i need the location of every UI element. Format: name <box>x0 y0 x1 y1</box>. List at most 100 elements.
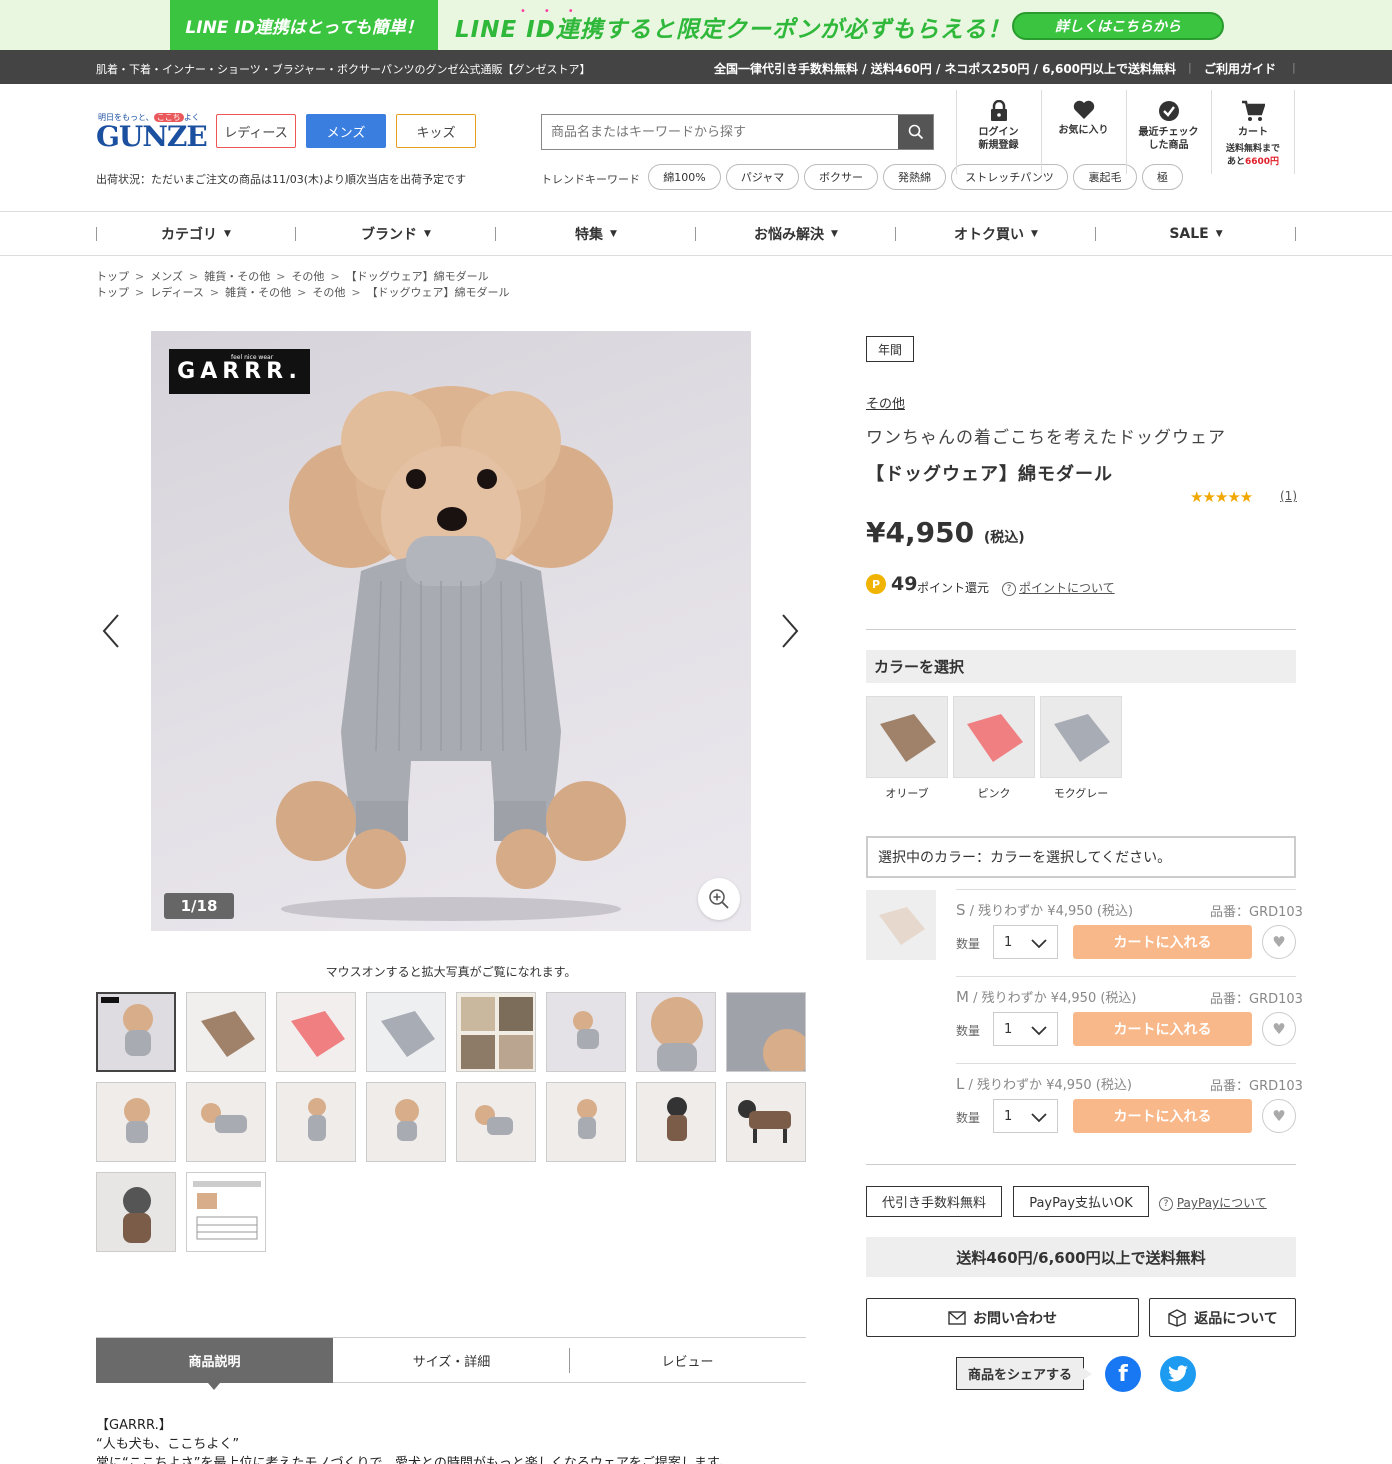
color-swatch-pink[interactable] <box>953 696 1035 778</box>
box-icon <box>1168 1308 1186 1327</box>
product-description: 【GARRR.】 “人も犬も、ここちよく” 常に“ここちよさ”を最上位に考えたモ… <box>96 1418 732 1464</box>
banner-left-label: LINE ID連携はとっても簡単！ <box>170 0 438 50</box>
search-button[interactable] <box>898 115 933 149</box>
rating-stars: ★★★★★ <box>1190 488 1253 506</box>
category-link[interactable]: その他 <box>866 393 905 412</box>
thumbnail[interactable] <box>96 1082 176 1162</box>
cod-free-chip: 代引き手数料無料 <box>866 1186 1002 1217</box>
breadcrumb-item[interactable]: 雑貨・その他 <box>204 270 270 283</box>
search-input[interactable] <box>542 115 899 149</box>
cart-link[interactable]: カート 送料無料まで あと6600円 <box>1211 90 1295 174</box>
color-swatch-gray[interactable] <box>1040 696 1122 778</box>
tab-reviews[interactable]: レビュー <box>569 1338 806 1383</box>
breadcrumb-item[interactable]: メンズ <box>150 270 183 283</box>
dog-photo <box>276 386 626 921</box>
facebook-icon[interactable]: f <box>1105 1356 1141 1392</box>
keyword-chip[interactable]: 綿100% <box>648 164 721 190</box>
thumbnail[interactable] <box>546 1082 626 1162</box>
add-to-cart-button[interactable]: カートに入れる <box>1073 1012 1252 1046</box>
zoom-hint: マウスオンすると拡大写真がご覧になれます。 <box>325 965 577 979</box>
product-name: 【ドッグウェア】綿モダール <box>866 464 1113 485</box>
caret-down-icon: ▼ <box>1215 228 1223 239</box>
size-stock: L / 残りわずか ¥4,950 (税込) <box>956 1075 1132 1093</box>
thumbnail[interactable] <box>636 992 716 1072</box>
zoom-button[interactable] <box>698 878 740 920</box>
quantity-select[interactable]: 1 <box>993 925 1058 959</box>
nav-solutions[interactable]: お悩み解決 ▼ <box>696 212 896 255</box>
tab-description[interactable]: 商品説明 <box>96 1338 333 1390</box>
line-banner[interactable]: LINE ID連携はとっても簡単！ ••• LINE ID連携すると限定クーポン… <box>0 0 1392 50</box>
gunze-logo[interactable]: GUNZE <box>96 120 208 153</box>
thumbnail[interactable] <box>636 1082 716 1162</box>
nav-category[interactable]: カテゴリ ▼ <box>96 212 296 255</box>
breadcrumb-item[interactable]: その他 <box>312 286 345 299</box>
contact-button[interactable]: お問い合わせ <box>866 1298 1139 1337</box>
color-swatch-olive[interactable] <box>866 696 948 778</box>
login-link[interactable]: ログイン 新規登録 <box>956 90 1040 174</box>
thumbnail[interactable] <box>96 992 176 1072</box>
thumbnail[interactable] <box>276 1082 356 1162</box>
kids-button[interactable]: キッズ <box>396 114 476 148</box>
points-info-link[interactable]: ? ポイントについて <box>1002 579 1115 596</box>
mens-button[interactable]: メンズ <box>306 114 386 148</box>
favorite-button[interactable]: ♥ <box>1262 1099 1296 1133</box>
thumbnail[interactable] <box>456 1082 536 1162</box>
tab-size-details[interactable]: サイズ・詳細 <box>333 1338 570 1383</box>
thumbnail[interactable] <box>96 1172 176 1252</box>
quantity-select[interactable]: 1 <box>993 1012 1058 1046</box>
favorite-button[interactable]: ♥ <box>1262 925 1296 959</box>
thumbnail[interactable] <box>726 1082 806 1162</box>
breadcrumb-item[interactable]: レディース <box>150 286 204 299</box>
share-label: 商品をシェアする <box>956 1357 1092 1390</box>
favorite-button[interactable]: ♥ <box>1262 1012 1296 1046</box>
ladies-button[interactable]: レディース <box>216 114 296 148</box>
keyword-chip[interactable]: ボクサー <box>804 164 878 190</box>
nav-sale[interactable]: SALE ▼ <box>1096 212 1296 255</box>
breadcrumb-item[interactable]: トップ <box>96 286 129 299</box>
points-label: ポイント還元 <box>917 581 990 595</box>
nav-features[interactable]: 特集 ▼ <box>496 212 696 255</box>
shipping-status: 出荷状況：ただいまご注文の商品は11/03(木)より順次当店を出荷予定です <box>96 173 467 186</box>
thumbnail[interactable] <box>276 992 356 1072</box>
nav-brand[interactable]: ブランド ▼ <box>296 212 496 255</box>
breadcrumb-item[interactable]: 雑貨・その他 <box>225 286 291 299</box>
add-to-cart-button[interactable]: カートに入れる <box>1073 1099 1252 1133</box>
quantity-select[interactable]: 1 <box>993 1099 1058 1133</box>
favorites-link[interactable]: お気に入り <box>1041 90 1125 174</box>
thumbnail[interactable] <box>456 992 536 1072</box>
product-code: 品番：GRD103 <box>1210 992 1303 1007</box>
paypay-info-link[interactable]: ? PayPayについて <box>1159 1194 1267 1211</box>
returns-button[interactable]: 返品について <box>1149 1298 1296 1337</box>
thumbnail[interactable] <box>546 992 626 1072</box>
next-arrow-icon[interactable] <box>777 611 801 651</box>
divider: | <box>1292 61 1296 74</box>
thumbnail[interactable] <box>186 992 266 1072</box>
thumbnail[interactable] <box>186 1172 266 1252</box>
thumbnail[interactable] <box>366 1082 446 1162</box>
nav-deals[interactable]: オトク買い ▼ <box>896 212 1096 255</box>
main-nav: カテゴリ ▼ ブランド ▼ 特集 ▼ お悩み解決 ▼ オトク買い ▼ SALE ▼ <box>0 211 1392 256</box>
thumbnail[interactable] <box>186 1082 266 1162</box>
variant-thumbnail <box>866 890 936 960</box>
paypay-chip: PayPay支払いOK <box>1013 1186 1149 1217</box>
breadcrumb-item[interactable]: その他 <box>291 270 324 283</box>
breadcrumb-item[interactable]: トップ <box>96 270 129 283</box>
thumbnail[interactable] <box>366 992 446 1072</box>
chevron-down-icon <box>1031 1026 1047 1036</box>
prev-arrow-icon[interactable] <box>100 611 124 651</box>
twitter-icon[interactable] <box>1160 1356 1196 1392</box>
guide-link[interactable]: ご利用ガイド <box>1204 60 1276 77</box>
trend-keywords-label: トレンドキーワード <box>541 173 640 186</box>
review-count-link[interactable]: (1) <box>1280 489 1297 503</box>
question-icon: ? <box>1159 1196 1173 1211</box>
add-to-cart-button[interactable]: カートに入れる <box>1073 925 1252 959</box>
thumbnail[interactable] <box>726 992 806 1072</box>
heart-icon: ♥ <box>1272 1020 1286 1038</box>
image-counter: 1/18 <box>164 893 234 919</box>
product-main-image[interactable]: feel nice wear GARRR. 1/18 <box>151 331 751 931</box>
recently-viewed-link[interactable]: 最近チェック した商品 <box>1126 90 1210 174</box>
banner-details-button[interactable]: 詳しくはこちらから <box>1012 12 1224 40</box>
keyword-chip[interactable]: 発熱綿 <box>883 164 946 190</box>
keyword-chip[interactable]: パジャマ <box>726 164 799 190</box>
caret-down-icon: ▼ <box>1031 228 1038 239</box>
